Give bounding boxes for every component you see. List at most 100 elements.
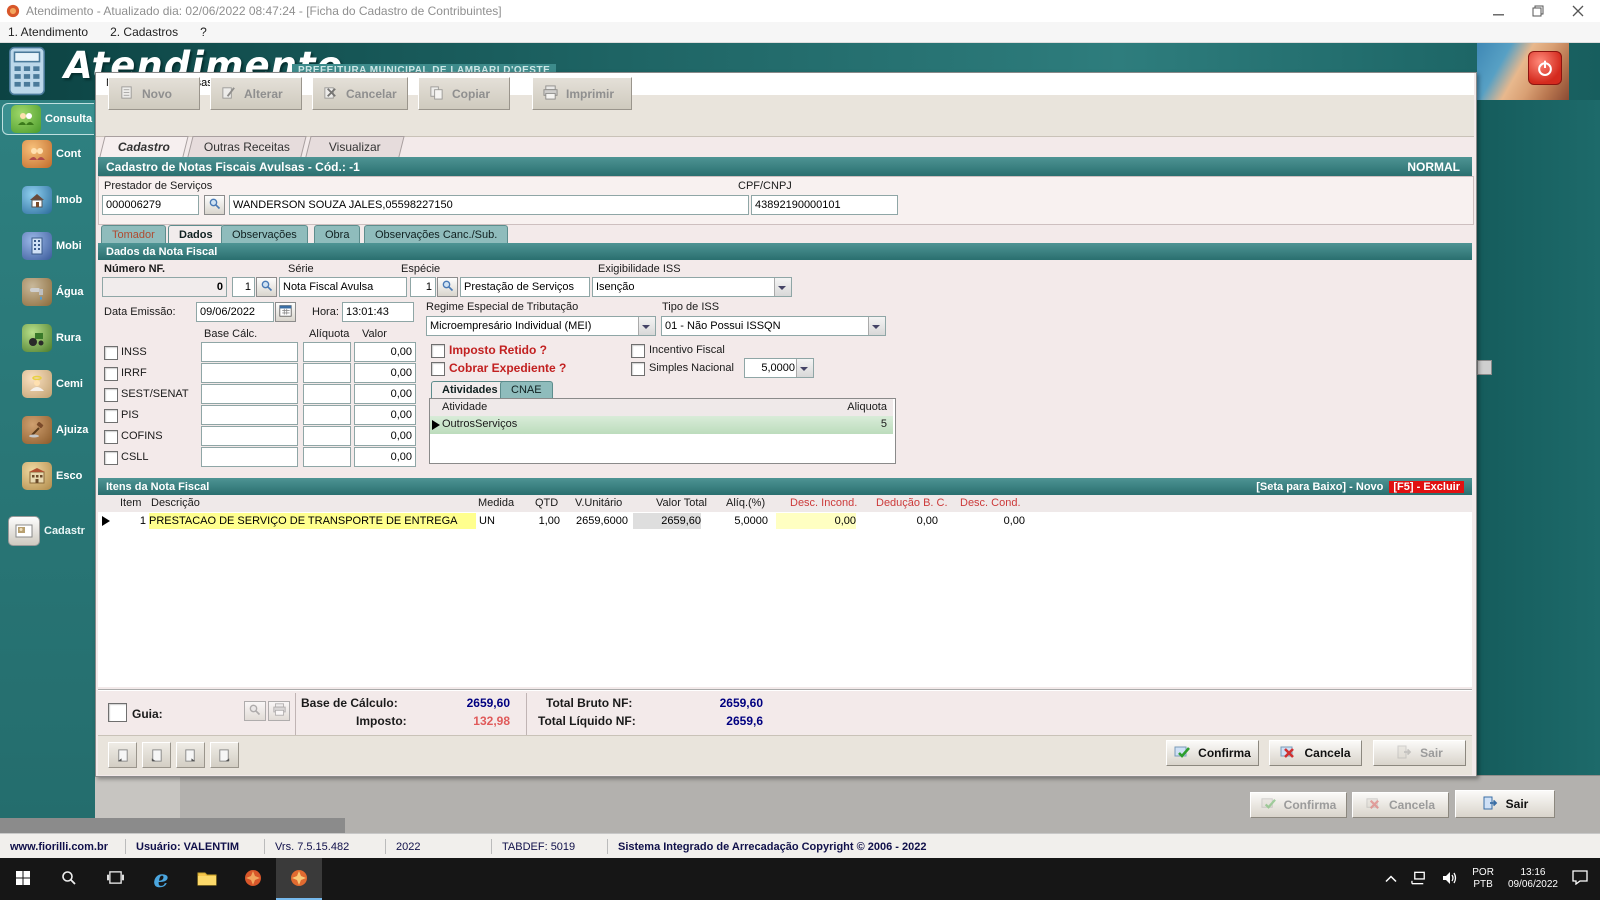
irrf-base-field[interactable] <box>201 363 298 383</box>
language-indicator[interactable]: POR PTB <box>1465 858 1501 900</box>
regime-select[interactable]: Microempresário Individual (MEI) <box>426 316 656 336</box>
close-button[interactable] <box>1558 0 1598 22</box>
simples-valor-select[interactable]: 5,0000 <box>744 358 814 378</box>
sidebar-item-contribuintes[interactable]: Cont <box>22 140 81 168</box>
sidebar-item-ajuizamento[interactable]: Ajuiza <box>22 416 88 444</box>
minimize-button[interactable] <box>1478 0 1518 22</box>
taskbar-search-button[interactable] <box>46 858 92 900</box>
csll-valor-field[interactable]: 0,00 <box>354 447 416 467</box>
cofins-valor-field[interactable]: 0,00 <box>354 426 416 446</box>
data-emissao-field[interactable]: 09/06/2022 <box>196 302 274 322</box>
prestador-search-button[interactable] <box>204 195 225 215</box>
atividade-row[interactable]: OutrosServiços 5 <box>430 416 893 434</box>
sest-base-field[interactable] <box>201 384 298 404</box>
sest-aliquota-field[interactable] <box>303 384 351 404</box>
clock[interactable]: 13:16 09/06/2022 <box>1501 858 1565 900</box>
maximize-button[interactable] <box>1518 0 1558 22</box>
menu-help[interactable]: ? <box>200 25 207 39</box>
start-button[interactable] <box>0 858 46 900</box>
sidebar-item-imobiliario[interactable]: Imob <box>22 186 82 214</box>
nav-first-button[interactable] <box>108 742 137 768</box>
mdi-sair-button[interactable]: Sair <box>1455 790 1555 818</box>
simples-nacional-checkbox[interactable] <box>631 362 645 376</box>
tab-observacoes[interactable]: Observações <box>221 225 308 244</box>
inss-checkbox[interactable] <box>104 346 118 360</box>
nav-next-button[interactable] <box>176 742 205 768</box>
mdi-confirma-button[interactable]: Confirma <box>1250 792 1347 818</box>
menu-atendimento[interactable]: 1. Atendimento <box>8 25 88 39</box>
sidebar-item-mobiliario[interactable]: Mobi <box>22 232 82 260</box>
cobrar-expediente-checkbox[interactable] <box>431 362 445 376</box>
pis-aliquota-field[interactable] <box>303 405 351 425</box>
cancelar-button[interactable]: Cancelar <box>312 77 408 110</box>
sidebar-item-cadastro[interactable]: Cadastr <box>8 516 85 546</box>
serie-desc-field[interactable]: Nota Fiscal Avulsa <box>279 277 407 297</box>
volume-tray-button[interactable] <box>1435 858 1465 900</box>
sidebar-item-escola[interactable]: Esco <box>22 462 82 490</box>
especie-search-button[interactable] <box>437 277 458 297</box>
fiorilli-app-button[interactable] <box>230 858 276 900</box>
csll-base-field[interactable] <box>201 447 298 467</box>
cofins-checkbox[interactable] <box>104 430 118 444</box>
inss-aliquota-field[interactable] <box>303 342 351 362</box>
incentivo-fiscal-checkbox[interactable] <box>631 344 645 358</box>
sidebar-item-consulta[interactable]: Consulta <box>2 103 94 135</box>
hora-field[interactable]: 13:01:43 <box>342 302 414 322</box>
serie-field[interactable]: 1 <box>232 277 255 297</box>
mdi-cancela-button[interactable]: Cancela <box>1352 792 1449 818</box>
edge-browser-button[interactable]: e <box>138 858 184 900</box>
tipo-iss-select[interactable]: 01 - Não Possui ISSQN <box>661 316 886 336</box>
pis-valor-field[interactable]: 0,00 <box>354 405 416 425</box>
tab-observacoes-canc[interactable]: Observações Canc./Sub. <box>364 225 509 244</box>
item-row[interactable]: 1 PRESTACAO DE SERVIÇO DE TRANSPORTE DE … <box>98 512 1472 531</box>
network-tray-button[interactable] <box>1404 858 1435 900</box>
power-exit-button[interactable] <box>1528 51 1562 85</box>
tab-cnae[interactable]: CNAE <box>500 381 553 398</box>
sest-checkbox[interactable] <box>104 388 118 402</box>
sidebar-item-agua[interactable]: Água <box>22 278 84 306</box>
irrf-valor-field[interactable]: 0,00 <box>354 363 416 383</box>
csll-checkbox[interactable] <box>104 451 118 465</box>
tray-chevron-button[interactable] <box>1378 858 1404 900</box>
guia-print-button[interactable] <box>268 701 290 721</box>
especie-desc-field[interactable]: Prestação de Serviços <box>460 277 590 297</box>
irrf-aliquota-field[interactable] <box>303 363 351 383</box>
tab-atividades[interactable]: Atividades <box>431 381 509 398</box>
cpf-field[interactable]: 43892190000101 <box>751 195 898 215</box>
guia-search-button[interactable] <box>244 701 266 721</box>
numero-field[interactable]: 0 <box>102 277 227 297</box>
csll-aliquota-field[interactable] <box>303 447 351 467</box>
inss-base-field[interactable] <box>201 342 298 362</box>
cofins-base-field[interactable] <box>201 426 298 446</box>
serie-search-button[interactable] <box>256 277 277 297</box>
pis-checkbox[interactable] <box>104 409 118 423</box>
especie-field[interactable]: 1 <box>410 277 436 297</box>
sidebar-item-rural[interactable]: Rura <box>22 324 81 352</box>
guia-checkbox[interactable] <box>108 703 127 722</box>
pis-base-field[interactable] <box>201 405 298 425</box>
tab-dados[interactable]: Dados <box>168 225 224 244</box>
notification-center-button[interactable] <box>1565 858 1600 900</box>
irrf-checkbox[interactable] <box>104 367 118 381</box>
nav-last-button[interactable] <box>210 742 239 768</box>
novo-button[interactable]: Novo <box>108 77 200 110</box>
nav-prev-button[interactable] <box>142 742 171 768</box>
imposto-retido-checkbox[interactable] <box>431 344 445 358</box>
imprimir-button[interactable]: Imprimir <box>532 77 632 110</box>
menu-cadastros[interactable]: 2. Cadastros <box>110 25 178 39</box>
task-view-button[interactable] <box>92 858 138 900</box>
calendar-button[interactable] <box>275 302 296 322</box>
sair-button[interactable]: Sair <box>1373 740 1466 766</box>
tab-tomador[interactable]: Tomador <box>101 225 166 244</box>
alterar-button[interactable]: Alterar <box>210 77 302 110</box>
file-explorer-button[interactable] <box>184 858 230 900</box>
tab-visualizar[interactable]: Visualizar <box>305 136 405 157</box>
copiar-button[interactable]: Copiar <box>418 77 510 110</box>
confirma-button[interactable]: Confirma <box>1166 740 1259 766</box>
tab-outras-receitas[interactable]: Outras Receitas <box>187 136 307 157</box>
tab-cadastro[interactable]: Cadastro <box>99 136 189 157</box>
prestador-name-field[interactable]: WANDERSON SOUZA JALES,05598227150 <box>229 195 749 215</box>
sest-valor-field[interactable]: 0,00 <box>354 384 416 404</box>
sidebar-item-cemiterio[interactable]: Cemi <box>22 370 83 398</box>
exigibilidade-select[interactable]: Isenção <box>592 277 792 297</box>
